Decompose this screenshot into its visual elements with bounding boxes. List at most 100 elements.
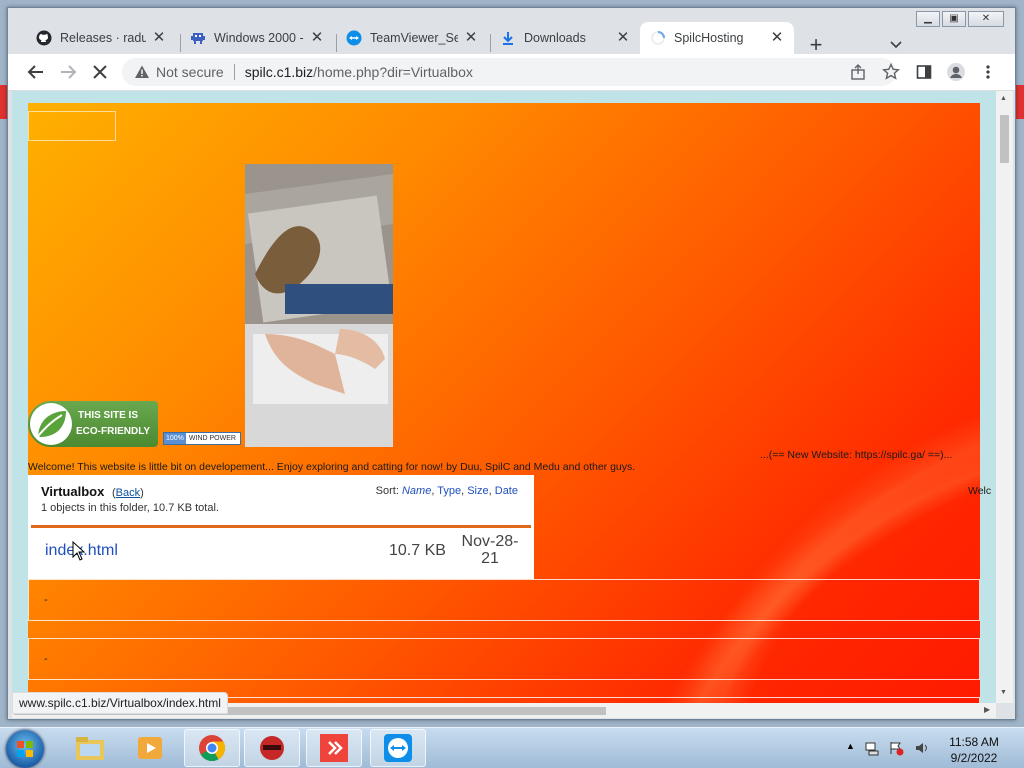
space-invader-icon <box>190 30 206 46</box>
url-text[interactable]: spilc.c1.biz/home.php?dir=Virtualbox <box>245 64 473 80</box>
tab-search-chevron-icon[interactable] <box>888 36 904 52</box>
tab-strip: Releases · radub ✕ Windows 2000 - ✕ Team… <box>8 20 1015 56</box>
folder-divider-bar <box>31 525 531 528</box>
bookmark-star-icon[interactable] <box>882 62 900 84</box>
list-item: - <box>28 579 980 621</box>
tab-label: SpilcHosting <box>674 31 744 45</box>
back-link-group: (Back) <box>112 487 144 499</box>
address-bar[interactable]: Not secure spilc.c1.biz/home.php?dir=Vir… <box>122 58 900 86</box>
new-website-notice: ...(== New Website: https://spilc.ga/ ==… <box>760 449 953 461</box>
marquee-text: Welc <box>968 485 992 497</box>
file-date: Nov-28- 21 <box>458 533 522 567</box>
warning-triangle-icon <box>134 64 150 80</box>
chrome-icon[interactable] <box>184 729 240 767</box>
tab-windows-2000[interactable]: Windows 2000 - ✕ <box>180 22 334 54</box>
close-icon[interactable]: ✕ <box>150 29 168 47</box>
list-item: - <box>28 638 980 680</box>
stop-loading-icon[interactable] <box>88 60 112 84</box>
scroll-up-icon[interactable]: ▲ <box>1000 95 1007 102</box>
side-panel-icon[interactable] <box>912 60 936 84</box>
vertical-scroll-thumb[interactable] <box>1000 115 1009 163</box>
page-viewport: THIS SITE IS ECO-FRIENDLY 100% WIND POWE… <box>12 91 996 703</box>
new-tab-button[interactable]: + <box>806 34 826 56</box>
address-separator <box>233 64 235 80</box>
folder-name: Virtualbox <box>41 484 105 499</box>
sort-options: Sort: Name, Type, Size, Date <box>376 485 518 497</box>
sort-by-name-link[interactable]: Name <box>402 485 431 497</box>
tab-releases[interactable]: Releases · radub ✕ <box>26 22 176 54</box>
tab-label: Downloads <box>524 31 586 45</box>
sort-label: Sort: <box>375 485 399 497</box>
anydesk-icon[interactable] <box>306 729 362 767</box>
eco-badge-line1: THIS SITE IS <box>78 410 139 421</box>
sort-sep: , <box>431 485 435 497</box>
folder-listing-panel: Virtualbox (Back) 1 objects in this fold… <box>28 475 534 579</box>
url-path: /home.php?dir=Virtualbox <box>313 64 473 80</box>
media-player-icon[interactable] <box>122 729 178 767</box>
security-label[interactable]: Not secure <box>156 64 224 80</box>
sort-by-type-link[interactable]: Type <box>437 485 461 497</box>
sort-by-date-link[interactable]: Date <box>495 485 518 497</box>
loading-spinner-icon <box>650 30 666 46</box>
file-size: 10.7 KB <box>389 542 446 559</box>
file-date-line2: 21 <box>481 550 499 567</box>
sort-name-text: Name <box>401 485 432 497</box>
wind-label: WIND POWER <box>188 435 236 442</box>
sort-sep: , <box>488 485 492 497</box>
kebab-menu-icon[interactable] <box>976 60 1000 84</box>
tab-downloads[interactable]: Downloads ✕ <box>490 22 640 54</box>
wind-percent: 100% <box>164 433 186 444</box>
show-hidden-icons-chevron-icon[interactable]: ▲ <box>846 741 855 751</box>
browser-window: ▁ ▣ ✕ Releases · radub ✕ Windows 2000 - … <box>7 7 1016 720</box>
laptop-photo <box>245 164 393 447</box>
volume-icon[interactable] <box>914 740 930 761</box>
close-icon[interactable]: ✕ <box>768 29 786 47</box>
vertical-scrollbar[interactable]: ▲ ▼ <box>996 91 1013 703</box>
row-text: - <box>44 594 48 606</box>
clock-time: 11:58 AM <box>949 735 999 749</box>
paren-close: ) <box>140 487 144 499</box>
folder-title: Virtualbox (Back) <box>41 484 144 499</box>
eco-badge-line2: ECO-FRIENDLY <box>76 426 151 437</box>
github-icon <box>36 30 52 46</box>
sort-sep: , <box>461 485 465 497</box>
broken-image-icon <box>28 111 116 141</box>
tab-label: Releases · radub <box>60 31 146 45</box>
tab-spilchosting[interactable]: SpilcHosting ✕ <box>640 22 794 54</box>
back-link[interactable]: Back <box>116 487 140 499</box>
teamviewer-icon[interactable] <box>370 729 426 767</box>
welcome-text: Welcome! This website is little bit on d… <box>28 461 636 473</box>
close-icon[interactable]: ✕ <box>462 29 480 47</box>
red-helmet-app-icon[interactable] <box>244 729 300 767</box>
taskbar: ▲ 11:58 AM 9/2/2022 <box>0 727 1024 768</box>
system-clock[interactable]: 11:58 AM 9/2/2022 <box>945 734 1003 766</box>
close-icon[interactable]: ✕ <box>308 29 326 47</box>
tab-label: TeamViewer_Set <box>370 31 458 45</box>
action-center-flag-icon[interactable] <box>888 740 904 761</box>
mouse-cursor-icon <box>72 540 86 566</box>
tab-teamviewer-setup[interactable]: TeamViewer_Set ✕ <box>336 22 488 54</box>
status-bar-url: www.spilc.c1.biz/Virtualbox/index.html <box>12 692 228 714</box>
network-icon[interactable] <box>864 740 880 761</box>
download-icon <box>500 30 516 46</box>
file-date-line1: Nov-28- <box>461 533 519 550</box>
close-icon[interactable]: ✕ <box>614 29 632 47</box>
forward-arrow-icon[interactable] <box>56 60 80 84</box>
explorer-icon[interactable] <box>62 729 118 767</box>
tab-label: Windows 2000 - <box>214 31 304 45</box>
back-arrow-icon[interactable] <box>24 60 48 84</box>
scroll-down-icon[interactable]: ▼ <box>1000 689 1007 696</box>
clock-date: 9/2/2022 <box>950 751 998 765</box>
scroll-right-icon[interactable]: ▶ <box>984 705 990 714</box>
wind-power-badge: 100% WIND POWER <box>163 432 241 445</box>
browser-toolbar: Not secure spilc.c1.biz/home.php?dir=Vir… <box>8 54 1015 91</box>
profile-avatar-icon[interactable] <box>944 60 968 84</box>
sort-by-size-link[interactable]: Size <box>467 485 488 497</box>
row-text: - <box>44 653 48 665</box>
start-button-windows-icon[interactable] <box>6 730 44 768</box>
share-icon[interactable] <box>850 64 866 83</box>
folder-summary: 1 objects in this folder, 10.7 KB total. <box>41 502 219 514</box>
eco-friendly-badge: THIS SITE IS ECO-FRIENDLY <box>28 401 158 447</box>
teamviewer-icon <box>346 30 362 46</box>
url-host: spilc.c1.biz <box>244 64 314 80</box>
